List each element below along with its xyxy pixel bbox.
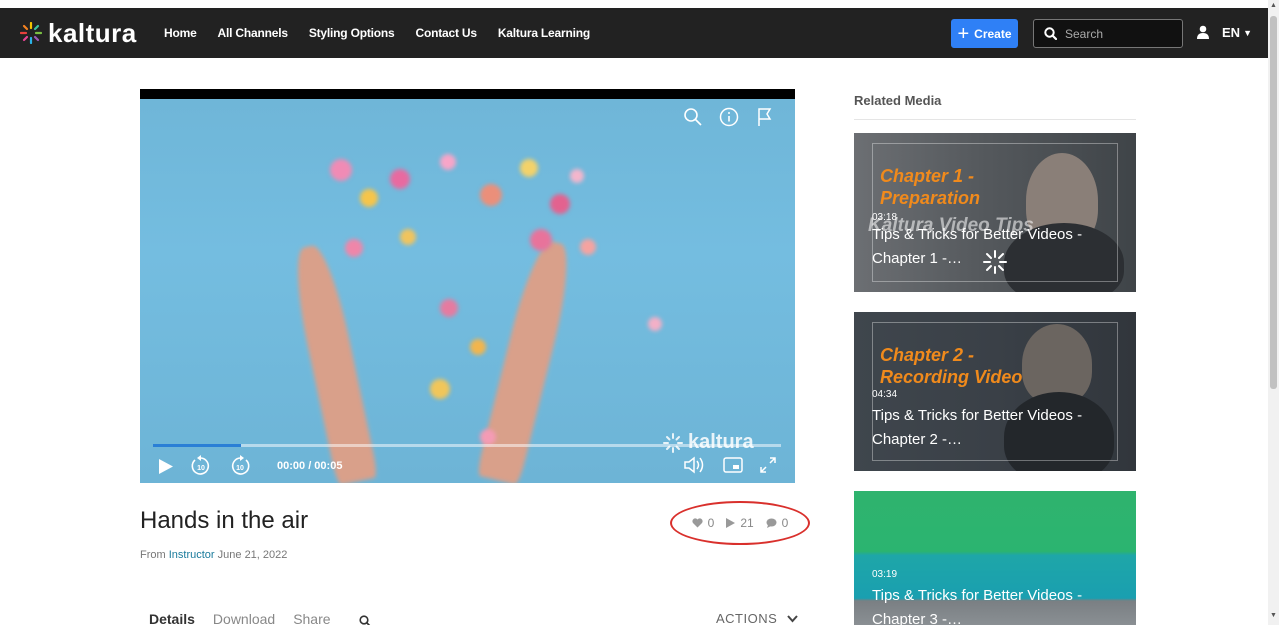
loading-spinner-icon bbox=[983, 250, 1007, 274]
nav-styling-options[interactable]: Styling Options bbox=[309, 26, 395, 40]
search-box[interactable] bbox=[1033, 19, 1183, 48]
top-navigation-bar: kaltura Home All Channels Styling Option… bbox=[0, 8, 1268, 58]
plays-stat: 21 bbox=[726, 516, 754, 530]
related-item[interactable]: Chapter 1 - Preparation Kaltura Video Ti… bbox=[854, 133, 1136, 292]
chapter-subheading: Recording Video bbox=[880, 367, 1023, 387]
kaltura-logo[interactable]: kaltura bbox=[20, 20, 137, 46]
page-scrollbar[interactable]: ▲ ▼ bbox=[1268, 0, 1279, 625]
tab-share[interactable]: Share bbox=[293, 611, 330, 625]
media-meta: From Instructor June 21, 2022 bbox=[140, 549, 287, 561]
user-icon[interactable] bbox=[1196, 25, 1210, 44]
scroll-down-arrow-icon[interactable]: ▼ bbox=[1270, 612, 1277, 619]
language-selector[interactable]: EN ▼ bbox=[1222, 25, 1252, 40]
related-item-title: Tips & Tricks for Better Videos - Chapte… bbox=[872, 407, 1083, 448]
player-top-controls bbox=[683, 107, 775, 132]
scrollbar-thumb[interactable] bbox=[1270, 16, 1277, 389]
media-stats: 0 21 0 bbox=[670, 501, 810, 545]
progress-bar-fill bbox=[153, 444, 241, 447]
create-button[interactable]: + Create bbox=[951, 19, 1018, 48]
media-title: Hands in the air bbox=[140, 507, 309, 534]
related-item[interactable]: Chapter 2 - Recording Video 04:34 Tips &… bbox=[854, 312, 1136, 471]
info-icon[interactable] bbox=[719, 107, 739, 132]
comments-stat[interactable]: 0 bbox=[766, 516, 789, 530]
play-icon[interactable] bbox=[158, 458, 174, 480]
chevron-down-icon: ▼ bbox=[1243, 27, 1252, 38]
comments-count: 0 bbox=[781, 516, 789, 530]
player-controls: 10 10 00:00 / 00:05 bbox=[140, 449, 795, 483]
author-link[interactable]: Instructor bbox=[169, 549, 215, 561]
actions-menu[interactable]: ACTIONS bbox=[716, 611, 799, 625]
related-item[interactable]: 03:19 Tips & Tricks for Better Videos - … bbox=[854, 491, 1136, 625]
volume-icon[interactable] bbox=[683, 455, 707, 480]
nav-contact-us[interactable]: Contact Us bbox=[416, 26, 478, 40]
nav-kaltura-learning[interactable]: Kaltura Learning bbox=[498, 26, 590, 40]
play-count-icon bbox=[726, 518, 736, 528]
actions-label: ACTIONS bbox=[716, 611, 778, 625]
progress-bar[interactable] bbox=[153, 444, 781, 447]
flag-icon[interactable] bbox=[755, 107, 775, 132]
nav-all-channels[interactable]: All Channels bbox=[218, 26, 288, 40]
duration-label: 04:34 bbox=[872, 389, 898, 400]
scroll-up-arrow-icon[interactable]: ▲ bbox=[1270, 2, 1277, 9]
language-label: EN bbox=[1222, 25, 1241, 40]
duration-label: 03:19 bbox=[872, 569, 898, 580]
video-player[interactable]: kaltura 10 10 00:00 / 00:05 bbox=[140, 89, 795, 483]
likes-stat[interactable]: 0 bbox=[692, 516, 715, 530]
picture-in-picture-icon[interactable] bbox=[722, 455, 744, 480]
related-divider bbox=[854, 119, 1136, 120]
duration-label: 03:18 bbox=[872, 212, 898, 223]
create-button-label: Create bbox=[974, 26, 1012, 41]
chapter-heading: Chapter 2 - bbox=[880, 345, 975, 365]
media-tabs: Details Download Share bbox=[149, 611, 331, 625]
tab-details[interactable]: Details bbox=[149, 611, 195, 625]
time-display: 00:00 / 00:05 bbox=[277, 460, 343, 472]
kaltura-wordmark: kaltura bbox=[48, 18, 137, 48]
from-label: From bbox=[140, 549, 166, 561]
video-frame[interactable]: kaltura bbox=[140, 99, 795, 483]
search-icon bbox=[1044, 27, 1057, 40]
heart-icon bbox=[692, 518, 703, 528]
plays-count: 21 bbox=[740, 516, 754, 530]
related-item-title: Tips & Tricks for Better Videos - Chapte… bbox=[872, 587, 1083, 625]
player-search-icon[interactable] bbox=[683, 107, 703, 132]
forward-10-icon[interactable]: 10 bbox=[229, 455, 251, 482]
svg-text:10: 10 bbox=[236, 465, 244, 472]
plus-icon: + bbox=[957, 22, 970, 45]
nav-home[interactable]: Home bbox=[164, 26, 197, 40]
svg-text:10: 10 bbox=[197, 465, 205, 472]
related-media-heading: Related Media bbox=[854, 93, 942, 108]
tab-search-icon[interactable] bbox=[359, 614, 371, 625]
likes-count: 0 bbox=[707, 516, 715, 530]
rewind-10-icon[interactable]: 10 bbox=[190, 455, 212, 482]
chapter-heading: Chapter 1 - bbox=[880, 166, 975, 186]
comment-icon bbox=[766, 518, 777, 528]
chapter-subheading: Preparation bbox=[880, 188, 981, 208]
main-nav: Home All Channels Styling Options Contac… bbox=[164, 8, 611, 58]
kaltura-logo-icon bbox=[20, 22, 42, 44]
search-input[interactable] bbox=[1065, 26, 1175, 41]
tab-download[interactable]: Download bbox=[213, 611, 275, 625]
fullscreen-icon[interactable] bbox=[758, 455, 778, 480]
publish-date: June 21, 2022 bbox=[217, 549, 288, 561]
chevron-down-icon bbox=[787, 614, 799, 622]
